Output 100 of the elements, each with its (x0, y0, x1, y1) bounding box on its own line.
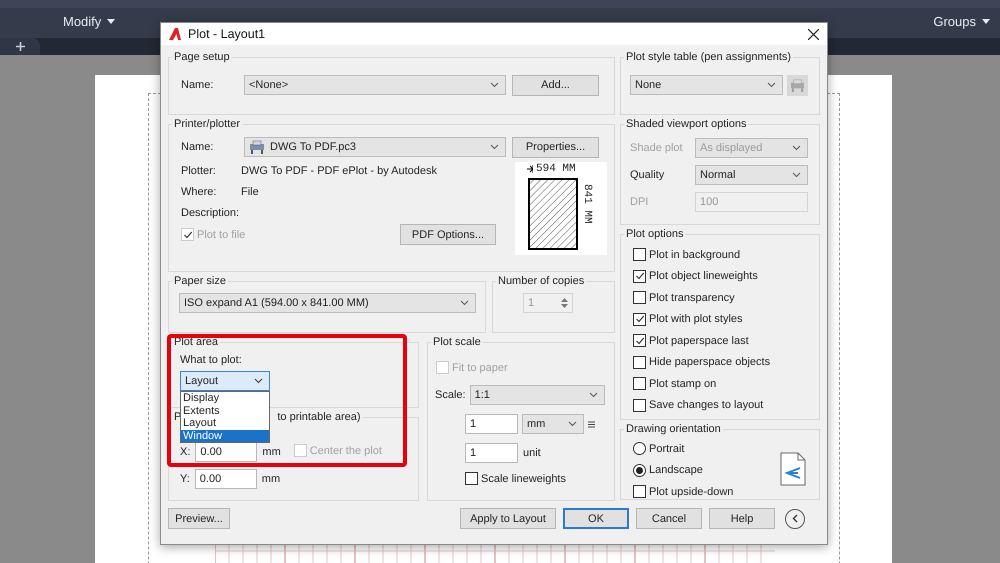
dimension-arrow-icon (527, 165, 533, 173)
field-label: Name: (180, 141, 214, 153)
checkbox[interactable] (633, 248, 646, 262)
chevron-left-icon (792, 514, 798, 523)
dropdown[interactable]: 1:1 (470, 385, 605, 405)
checkbox[interactable] (633, 291, 646, 304)
field-label: X: (180, 446, 190, 458)
plus-icon[interactable] (16, 42, 24, 51)
dropdown[interactable]: None (630, 75, 783, 95)
chevron-down-icon (460, 300, 469, 306)
dialog-button[interactable]: Apply to Layout (460, 508, 556, 529)
group-title: Plot scale (433, 336, 481, 348)
plotter-icon (249, 140, 265, 154)
field-value: File (241, 186, 260, 198)
dropdown[interactable]: ISO expand A1 (594.00 x 841.00 MM) (179, 293, 476, 313)
checkbox-label: Plot with plot styles (649, 313, 743, 326)
field-label: Plotter: (181, 165, 217, 177)
unit-label: unit (523, 447, 541, 459)
dialog-button[interactable]: Cancel (636, 508, 702, 529)
field-label: Y: (180, 473, 190, 485)
group-title: to printable area) (277, 411, 361, 423)
add-button[interactable]: Add... (512, 74, 599, 96)
chevron-down-icon (568, 421, 577, 427)
dropdown[interactable]: Normal (695, 165, 808, 185)
checkbox-label: Plot upside-down (649, 486, 734, 498)
dropdown[interactable]: DWG To PDF.pc3 (244, 137, 506, 157)
properties-button[interactable]: Properties... (512, 136, 599, 158)
input-field[interactable]: 0.00 (195, 442, 258, 462)
field-label: Description: (181, 207, 240, 219)
ribbon-panel-label[interactable]: Modify (63, 14, 102, 29)
dropdown-option[interactable]: Display (181, 392, 269, 404)
field-label: What to plot: (180, 354, 242, 366)
group-title: Printer/plotter (174, 118, 240, 130)
checkbox-label: Plot transparency (649, 292, 735, 304)
checkbox[interactable] (465, 472, 478, 485)
width-dimension: 594 MM (536, 163, 576, 175)
field-value: DWG To PDF - PDF ePlot - by Autodesk (241, 165, 438, 177)
dropdown[interactable]: Layout (180, 371, 270, 391)
checkbox[interactable] (633, 398, 646, 412)
input-field[interactable]: 1 (465, 443, 518, 463)
checkbox[interactable] (633, 270, 646, 283)
chevron-down-icon (490, 144, 499, 150)
group-title: Plot style table (pen assignments) (626, 51, 792, 63)
checkbox-label: Plot paperspace last (649, 334, 749, 347)
dialog-button[interactable]: Help (709, 508, 775, 529)
field-label: Where: (181, 186, 218, 198)
group-title: Drawing orientation (626, 423, 721, 435)
option-label: Quality (630, 169, 666, 181)
checkbox[interactable] (633, 356, 646, 369)
collapse-button[interactable] (785, 508, 805, 528)
dropdown-option[interactable]: Window (181, 430, 269, 442)
chevron-down-icon (792, 172, 801, 178)
group-title: Shaded viewport options (626, 118, 746, 130)
option-label: Shade plot (630, 142, 684, 154)
dropdown-option[interactable]: Layout (181, 417, 269, 430)
checkbox-label: Center the plot (310, 444, 382, 456)
field-label: Scale: (435, 389, 466, 401)
dialog-button[interactable]: Preview... (168, 508, 230, 529)
option-label: DPI (630, 196, 650, 208)
checkbox-label: Hide paperspace objects (649, 356, 770, 368)
checkbox[interactable] (633, 485, 646, 498)
chevron-down-icon (792, 145, 801, 151)
checkbox[interactable] (633, 377, 646, 390)
chevron-down-icon (588, 392, 598, 398)
unit-label: mm (262, 446, 281, 458)
caret-icon[interactable] (107, 19, 116, 24)
dropdown-option[interactable]: Extents (181, 404, 269, 417)
pdf-options-button[interactable]: PDF Options... (400, 224, 496, 245)
checkbox[interactable] (633, 334, 646, 348)
chevron-down-icon (254, 378, 263, 384)
chevron-down-icon (767, 82, 776, 88)
group-title: Number of copies (498, 275, 584, 287)
caret-icon[interactable] (982, 19, 990, 24)
app-logo-icon (169, 28, 181, 40)
equals-icon (588, 420, 595, 428)
input-field[interactable]: 1 (465, 414, 518, 434)
input-field[interactable]: 0.00 (194, 469, 257, 489)
ribbon-panel-label[interactable]: Groups (933, 14, 976, 29)
checkbox-label: Fit to paper (452, 362, 508, 374)
radio-button[interactable] (633, 464, 646, 477)
dropdown[interactable]: <None> (244, 75, 506, 95)
checkbox-label: Save changes to layout (649, 399, 764, 412)
window-title: Plot - Layout1 (188, 27, 266, 41)
radio-button[interactable] (633, 442, 646, 456)
checkbox-label: Plot to file (197, 228, 246, 240)
dialog-button[interactable]: OK (563, 508, 629, 529)
checkbox-label: Plot object lineweights (649, 270, 758, 282)
checkbox-label: Plot stamp on (649, 378, 716, 390)
unit-label: mm (262, 473, 280, 485)
radio-label: Portrait (649, 442, 684, 455)
checkbox-label: Plot in background (649, 248, 740, 261)
chevron-down-icon (490, 82, 499, 88)
height-dimension: 841 MM (581, 184, 593, 226)
hatched-sheet-drawing (528, 178, 578, 250)
group-title: Page setup (174, 51, 230, 63)
field-label: Name: (180, 79, 214, 91)
group-title: Paper size (174, 275, 226, 287)
checkbox[interactable] (633, 312, 646, 326)
close-icon[interactable] (808, 28, 819, 40)
dropdown[interactable]: mm (522, 414, 584, 434)
